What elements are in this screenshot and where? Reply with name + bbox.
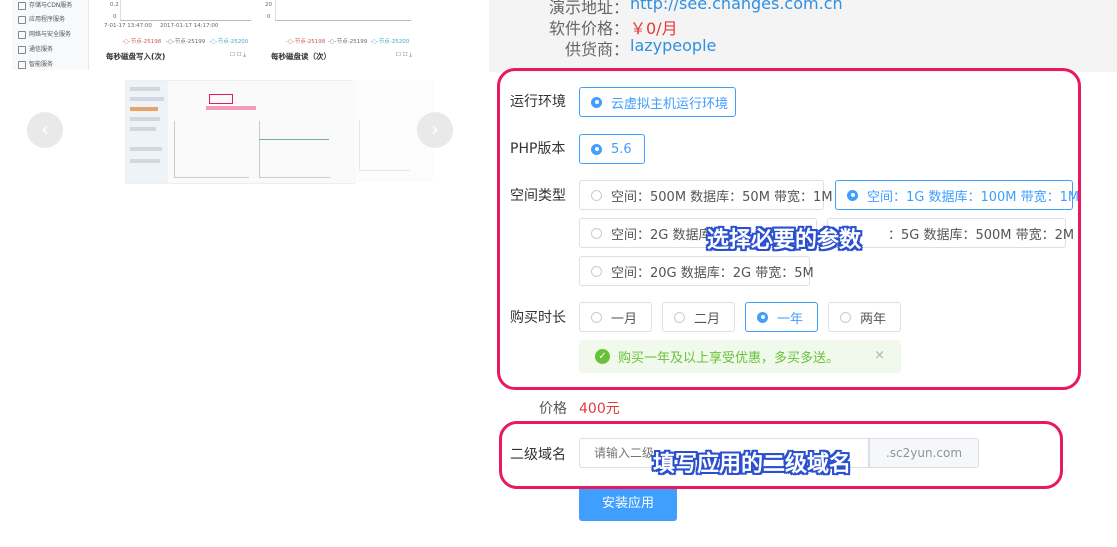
thumbnail-sidebar-item: 应用程序服务 — [18, 14, 65, 24]
chart2-title: 每秒磁盘读（次） — [271, 52, 331, 61]
thumb-chart — [174, 121, 249, 178]
carousel-prev-button[interactable]: ‹ — [27, 112, 63, 148]
install-app-button[interactable]: 安装应用 — [579, 486, 677, 521]
chart2-plot — [275, 0, 411, 21]
vendor-link[interactable]: lazypeople — [630, 36, 716, 55]
thumbnail-sidebar-item: 网络与安全服务 — [18, 29, 71, 39]
thumbnail-sidebar-item: 智能服务 — [18, 59, 53, 69]
annotation-select-params: 选择必要的参数 — [707, 228, 862, 253]
thumb-line — [259, 139, 329, 140]
chart1-xtick: 7-01-17 13:47:00 — [104, 23, 152, 29]
thumb-chart — [359, 120, 410, 171]
grid-icon — [18, 60, 26, 69]
chart2-tools: ☐ ☐ ⤓ — [396, 52, 412, 58]
carousel-next-button[interactable]: › — [417, 112, 453, 148]
chart1-xtick: 2017-01-17 14:17:00 — [160, 23, 219, 29]
thumb-bar — [130, 97, 164, 101]
thumbnail-sidebar-item: 存储与CDN服务 — [18, 0, 72, 10]
chart2-legend: -○-节点-25200 — [370, 39, 410, 45]
chart1-legend: -○-节点-25200 — [209, 39, 249, 45]
price-value: 400元 — [579, 401, 620, 417]
message-icon — [18, 45, 26, 54]
thumb-highlight — [209, 94, 233, 104]
thumb-bar — [130, 107, 158, 111]
thumbnail-sidebar-item: 通信服务 — [18, 44, 53, 54]
thumb-bar — [130, 87, 160, 91]
chart2-ytick: 0 — [267, 14, 271, 20]
chart2-legend: -○-节点-25199 — [328, 39, 368, 45]
thumb-bar — [130, 127, 156, 131]
thumb-chart — [259, 121, 330, 178]
carousel-thumbnail[interactable] — [125, 80, 355, 184]
chart1-ytick: 0.2 — [110, 2, 119, 8]
chart2-ytick: 20 — [265, 2, 272, 8]
shield-icon — [18, 30, 26, 39]
thumb-bar — [130, 147, 162, 151]
thumb-bar — [130, 159, 160, 163]
price-label: 价格 — [539, 401, 567, 417]
thumb-bar — [130, 117, 160, 121]
chart1-tools: ☐ ☐ ⤓ — [230, 52, 246, 58]
storage-icon — [18, 1, 26, 10]
vendor-label: 供货商： — [565, 40, 630, 59]
annotation-fill-domain: 填写应用的二级域名 — [653, 452, 852, 477]
chart1-title: 每秒磁盘写入(次) — [106, 52, 166, 61]
demo-url-link[interactable]: http://see.changes.com.cn — [630, 0, 843, 13]
chart1-legend: -○-节点-25199 — [166, 39, 206, 45]
app-icon — [18, 15, 26, 24]
chart1-plot — [120, 0, 251, 21]
chart2-legend: -○-节点-25198 — [286, 39, 326, 45]
chart1-legend: -○-节点-25198 — [122, 39, 162, 45]
thumb-bar — [206, 106, 256, 110]
thumbnail-sidebar: 存储与CDN服务 应用程序服务 网络与安全服务 通信服务 智能服务 — [12, 0, 89, 70]
chart1-ytick: 0 — [113, 14, 117, 20]
